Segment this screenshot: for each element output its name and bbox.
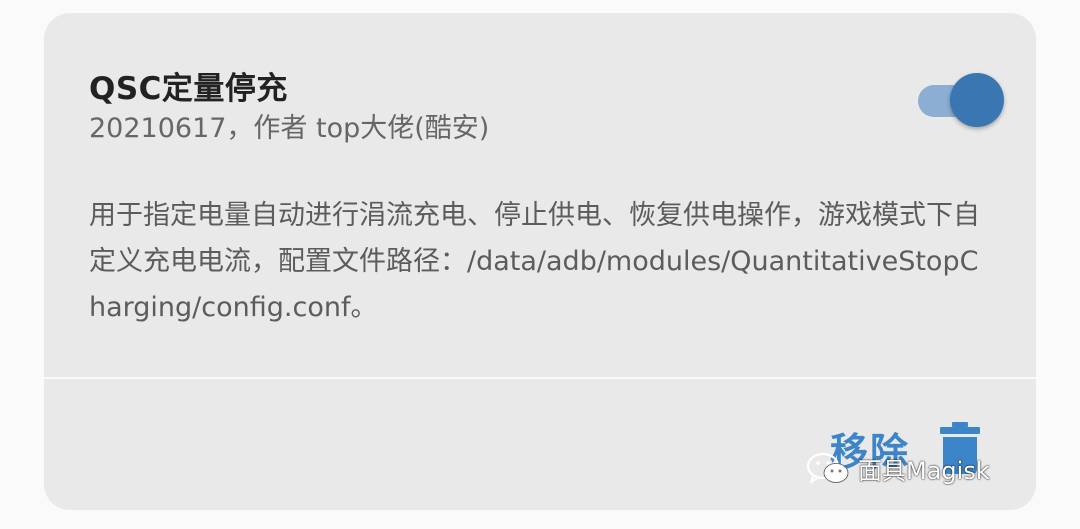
module-description: 用于指定电量自动进行涓流充电、停止供电、恢复供电操作，游戏模式下自定义充电电流，… [89,200,980,323]
module-card: QSC定量停充 20210617，作者 top大佬(酷安) 用于指定电量自动进行… [44,13,1036,510]
card-divider [44,377,1036,379]
watermark: 面具Magisk [806,451,990,486]
module-title: QSC定量停充 [89,71,288,107]
module-meta: 20210617，作者 top大佬(酷安) [89,113,490,144]
watermark-text: 面具Magisk [858,457,990,485]
wechat-icon [806,452,849,483]
module-enable-toggle[interactable] [916,73,1006,127]
toggle-thumb [950,73,1004,127]
